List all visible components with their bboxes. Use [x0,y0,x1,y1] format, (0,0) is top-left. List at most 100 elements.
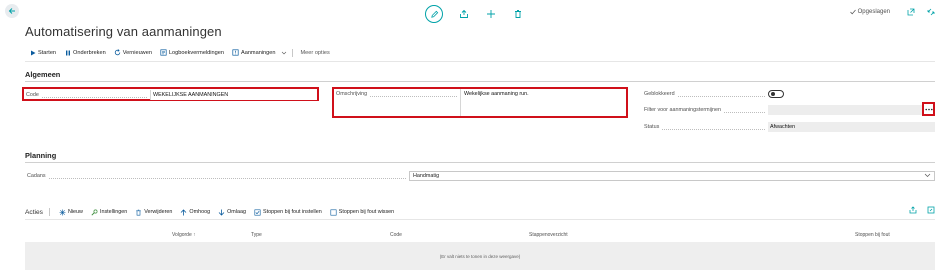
reminders-label: Aanmaningen [240,49,276,56]
new-record-button[interactable] [485,8,497,20]
calendar-field: Cadans Handmatig [25,170,935,181]
new-line-button[interactable]: Nieuw [55,206,87,218]
lines-grid-header: Volgorde ↑ Type Code Stappenoverzicht St… [25,230,935,241]
top-toolbar [425,5,524,23]
general-section-title: Algemeen [25,70,61,79]
status-field: Status Afwachten [642,121,935,132]
reminders-button[interactable]: Aanmaningen [228,47,280,59]
settings-button[interactable]: Instellingen [87,206,131,218]
column-stop-on-error[interactable]: Stoppen bij fout [855,232,890,238]
dot-leader [48,173,406,179]
column-sequence[interactable]: Volgorde ↑ [172,232,196,238]
column-overview[interactable]: Stappenoverzicht [529,232,568,238]
lines-divider [25,219,935,220]
column-type[interactable]: Type [251,232,262,238]
delete-line-button[interactable]: Verwijderen [131,206,176,218]
status-value: Afwachten [768,121,935,132]
share-icon [909,206,917,214]
arrow-down-icon [218,209,225,216]
page-title: Automatisering van aanmaningen [25,24,222,39]
code-field: Code WEKELIJKSE AANMANINGEN [24,89,317,100]
blocked-label: Geblokkeerd [644,90,675,97]
plus-icon [487,10,495,18]
arrow-up-icon [180,208,187,216]
trash-icon [515,10,521,18]
filter-lookup-button[interactable] [922,102,935,116]
chevron-down-icon [924,173,931,177]
topright-icons [907,8,935,16]
start-button[interactable]: Starten [25,47,60,59]
set-stop-on-error-label: Stoppen bij fout instellen [262,209,322,215]
refresh-label: Vernieuwen [122,49,152,56]
set-stop-on-error-button[interactable]: Stoppen bij fout instellen [250,206,326,218]
move-down-label: Omlaag [227,209,246,215]
planning-section-title: Planning [25,151,57,160]
saved-label: Opgeslagen [857,9,890,15]
settings-icon [91,209,98,216]
log-entries-label: Logboekvermeldingen [168,49,224,56]
calendar-select[interactable]: Handmatig [409,170,935,181]
general-section-divider [25,81,935,82]
reminders-dropdown[interactable] [280,47,288,59]
collapse-button[interactable] [927,8,935,16]
delete-line-label: Verwijderen [144,209,173,215]
reminder-icon [232,49,239,56]
arrow-left-icon [8,8,15,14]
move-up-label: Omhoog [189,209,211,215]
settings-label: Instellingen [99,209,128,215]
move-up-button[interactable]: Omhoog [176,206,214,218]
code-label: Code [26,91,39,98]
actionbar-divider [25,61,935,62]
expand-icon [927,206,935,214]
blocked-toggle-wrap [768,89,935,98]
ellipsis-icon [924,108,933,110]
separator [291,48,293,57]
pause-label: Onderbreken [73,49,106,56]
dot-leader [41,92,147,98]
description-label: Omschrijving [336,91,368,97]
lines-right-icons [909,206,935,214]
share-icon [460,9,468,18]
start-label: Starten [38,49,57,56]
edit-button[interactable] [425,5,443,23]
status-label: Status [644,123,660,130]
move-down-button[interactable]: Omlaag [214,206,250,218]
clear-stop-on-error-label: Stoppen bij fout wissen [338,209,395,215]
description-field: Omschrijving Wekelijkse aanmaning run. [334,89,626,116]
separator [48,208,50,216]
blocked-toggle[interactable] [768,89,784,98]
log-entries-button[interactable]: Logboekvermeldingen [156,47,228,59]
open-new-window-button[interactable] [907,8,915,16]
code-input[interactable]: WEKELIJKSE AANMANINGEN [150,89,317,100]
back-button[interactable] [5,4,19,18]
delete-record-button[interactable] [512,8,524,20]
description-input[interactable]: Wekelijkse aanmaning run. [460,89,626,116]
refresh-button[interactable]: Vernieuwen [110,47,156,59]
open-new-window-icon [907,8,915,16]
more-options-button[interactable]: Meer opties [297,47,334,59]
blocked-field: Geblokkeerd [642,88,935,99]
pencil-icon [430,10,438,18]
empty-message: (Er valt niets te tonen in deze weergave… [439,253,521,259]
chevron-down-icon [281,51,286,54]
dot-leader [724,107,765,113]
new-line-label: Nieuw [67,209,83,215]
filter-input[interactable] [768,104,935,115]
checkbox-empty-icon [330,209,337,216]
check-icon [849,9,856,15]
new-icon [59,209,66,216]
action-bar: Starten Onderbreken Vernieuwen Logboekve… [25,46,935,59]
refresh-icon [114,49,121,56]
delete-icon [135,209,142,216]
share-button[interactable] [458,8,470,20]
lines-share-button[interactable] [909,206,917,214]
column-code[interactable]: Code [390,232,402,238]
lines-expand-button[interactable] [927,206,935,214]
dot-leader [662,124,765,130]
description-label-area: Omschrijving [334,89,460,116]
dot-leader [677,91,765,97]
planning-section-divider [25,162,935,163]
clear-stop-on-error-button[interactable]: Stoppen bij fout wissen [326,206,398,218]
play-icon [29,49,36,56]
pause-button[interactable]: Onderbreken [60,47,110,59]
